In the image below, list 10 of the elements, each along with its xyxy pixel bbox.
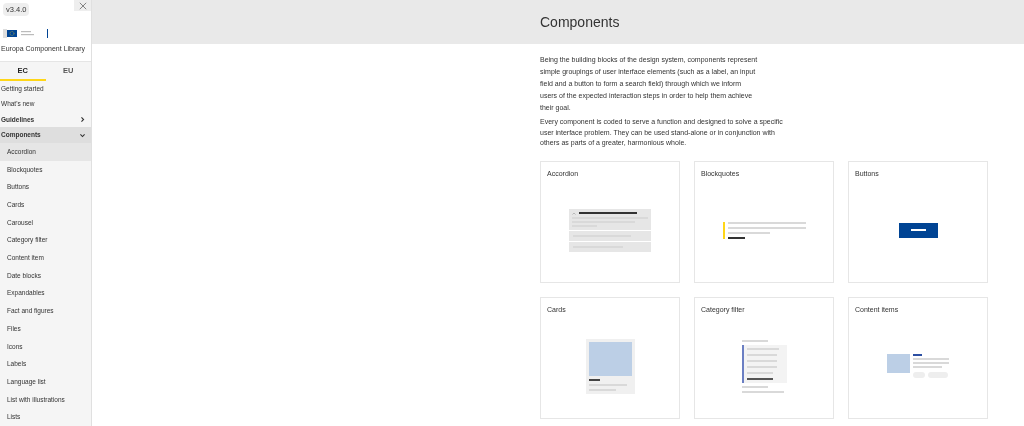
- chevron-down-icon: [79, 131, 86, 139]
- content-item-illustration: [887, 354, 949, 379]
- chevron-right-icon: [79, 116, 86, 124]
- card-illustration: [585, 338, 635, 394]
- european-commission-logo: [3, 29, 48, 39]
- close-button[interactable]: [74, 0, 91, 11]
- close-icon: [78, 1, 87, 10]
- button-illustration: [898, 222, 938, 238]
- category-filter-illustration: [741, 339, 787, 393]
- page-title: Components: [540, 12, 620, 32]
